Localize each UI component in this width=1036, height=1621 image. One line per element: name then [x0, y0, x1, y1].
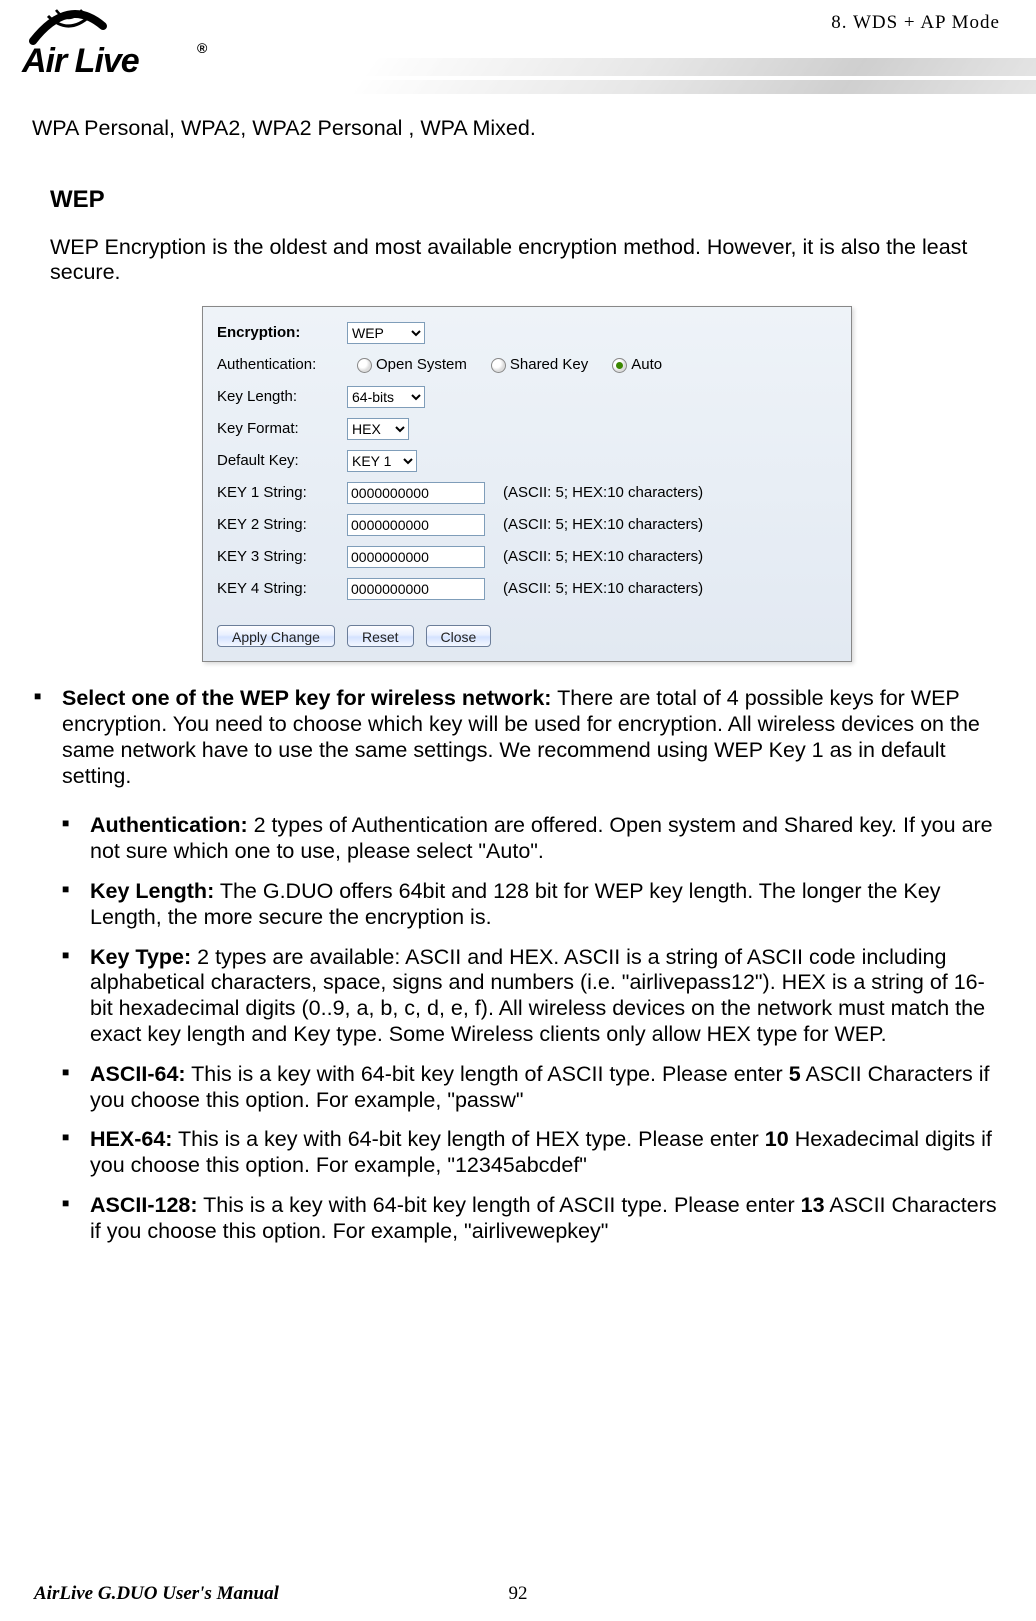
- brand-logo: Air Live ®: [22, 8, 252, 88]
- page-content: WPA Personal, WPA2, WPA2 Personal , WPA …: [0, 100, 1036, 1245]
- auth-auto-radio[interactable]: Auto: [612, 356, 662, 374]
- wep-heading: WEP: [50, 186, 1004, 215]
- keyformat-select[interactable]: HEX: [347, 418, 409, 440]
- registered-mark-icon: ®: [197, 40, 207, 56]
- radio-icon: [357, 358, 372, 373]
- key-hint: (ASCII: 5; HEX:10 characters): [503, 516, 703, 534]
- brand-name: Air Live: [22, 42, 139, 81]
- key-hint: (ASCII: 5; HEX:10 characters): [503, 548, 703, 566]
- sub-bullet-ascii-64: ASCII-64: This is a key with 64-bit key …: [90, 1062, 1004, 1114]
- key1-input[interactable]: [347, 482, 485, 504]
- defaultkey-select[interactable]: KEY 1: [347, 450, 417, 472]
- key2-input[interactable]: [347, 514, 485, 536]
- sub-bullet-ascii-128: ASCII-128: This is a key with 64-bit key…: [90, 1193, 1004, 1245]
- key-hint: (ASCII: 5; HEX:10 characters): [503, 484, 703, 502]
- header-band-graphic: [351, 58, 1036, 94]
- close-button[interactable]: Close: [426, 625, 492, 647]
- reset-button[interactable]: Reset: [347, 625, 414, 647]
- main-bullet-select-key: Select one of the WEP key for wireless n…: [62, 686, 1004, 789]
- auth-shared-radio[interactable]: Shared Key: [491, 356, 588, 374]
- sub-bullet-hex-64: HEX-64: This is a key with 64-bit key le…: [90, 1127, 1004, 1179]
- wep-settings-panel: Encryption: WEP Authentication: Open Sys…: [202, 306, 852, 662]
- page-footer: AirLive G.DUO User's Manual 92: [0, 1583, 1036, 1605]
- sub-bullet-authentication: Authentication: 2 types of Authenticatio…: [90, 813, 1004, 865]
- apply-button[interactable]: Apply Change: [217, 625, 335, 647]
- keyformat-label: Key Format:: [217, 420, 347, 438]
- auth-open-radio[interactable]: Open System: [357, 356, 467, 374]
- radio-icon: [491, 358, 506, 373]
- key3-input[interactable]: [347, 546, 485, 568]
- key1-label: KEY 1 String:: [217, 484, 347, 502]
- keylength-label: Key Length:: [217, 388, 347, 406]
- intro-text: WPA Personal, WPA2, WPA2 Personal , WPA …: [32, 116, 1004, 142]
- footer-page-number: 92: [509, 1583, 528, 1605]
- key4-input[interactable]: [347, 578, 485, 600]
- wep-description: WEP Encryption is the oldest and most av…: [50, 235, 1004, 287]
- footer-manual-title: AirLive G.DUO User's Manual: [34, 1583, 279, 1605]
- radio-icon: [612, 358, 627, 373]
- sub-bullet-key-length: Key Length: The G.DUO offers 64bit and 1…: [90, 879, 1004, 931]
- encryption-label: Encryption:: [217, 324, 347, 342]
- authentication-label: Authentication:: [217, 356, 347, 374]
- key2-label: KEY 2 String:: [217, 516, 347, 534]
- encryption-select[interactable]: WEP: [347, 322, 425, 344]
- chapter-label: 8. WDS + AP Mode: [831, 12, 1000, 34]
- keylength-select[interactable]: 64-bits: [347, 386, 425, 408]
- defaultkey-label: Default Key:: [217, 452, 347, 470]
- logo-swoosh-icon: [28, 6, 108, 46]
- page-header: Air Live ® 8. WDS + AP Mode: [0, 0, 1036, 100]
- key-hint: (ASCII: 5; HEX:10 characters): [503, 580, 703, 598]
- key4-label: KEY 4 String:: [217, 580, 347, 598]
- sub-bullet-key-type: Key Type: 2 types are available: ASCII a…: [90, 945, 1004, 1048]
- key3-label: KEY 3 String:: [217, 548, 347, 566]
